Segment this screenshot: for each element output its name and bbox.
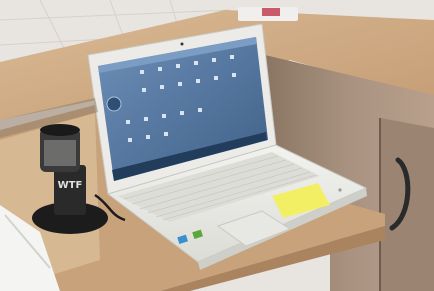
webcam [180, 42, 184, 46]
power-led [338, 188, 342, 192]
scene-svg: WTF [0, 0, 434, 291]
screen-avatar [106, 96, 122, 112]
lamp-label: WTF [58, 180, 83, 191]
red-item [262, 8, 280, 16]
photo-scene: WTF [0, 0, 434, 291]
